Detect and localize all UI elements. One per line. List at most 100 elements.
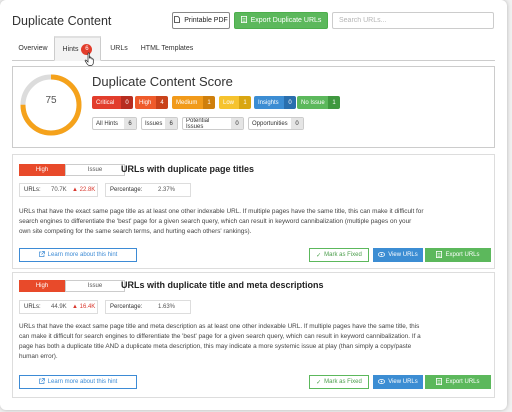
mark-as-fixed-label: Mark as Fixed <box>324 252 362 258</box>
printable-pdf-label: Printable PDF <box>184 17 228 24</box>
hand-cursor-icon <box>84 52 94 66</box>
export-urls-label: Export URLs <box>445 252 480 258</box>
urls-stat-delta: ▲ 16.4K <box>72 304 96 310</box>
hint-description-line: URLs that have the exact same page title… <box>19 323 420 330</box>
tab-html-templates[interactable]: HTML Templates <box>137 36 197 61</box>
issue-type-tag: Issue <box>65 164 125 176</box>
hint-description-line: page has both a duplicate title AND a du… <box>19 343 412 351</box>
export-urls-button[interactable]: Export URLs <box>425 248 491 262</box>
level-critical-count: 0 <box>121 96 133 109</box>
tab-overview-label: Overview <box>18 45 48 52</box>
tab-urls-label: URLs <box>110 45 128 52</box>
level-insights-count: 0 <box>284 96 296 109</box>
hint-description-line: URLs that have the exact same page title… <box>19 208 424 215</box>
score-panel: 75 Duplicate Content Score Critical 0 Hi… <box>12 66 495 148</box>
hint-description: URLs that have the exact same page title… <box>19 207 491 237</box>
hint-card: High Issue URLs with duplicate page titl… <box>12 154 495 269</box>
all-hints-label: All Hints <box>96 120 119 127</box>
issue-type-tag: Issue <box>65 280 125 292</box>
header: Duplicate Content Printable PDF Export D… <box>0 0 507 38</box>
opportunities-count: 0 <box>291 118 303 129</box>
view-urls-label: View URLs <box>388 379 418 385</box>
check-icon: ✓ <box>316 252 322 259</box>
level-high-label: High <box>135 96 156 109</box>
percentage-stat-label: Percentage: <box>110 304 143 310</box>
percentage-stat-value: 2.37% <box>158 187 176 193</box>
mark-as-fixed-label: Mark as Fixed <box>324 379 362 385</box>
hint-card: High Issue URLs with duplicate title and… <box>12 272 495 398</box>
percentage-stat-value: 1.63% <box>158 304 176 310</box>
view-urls-button[interactable]: View URLs <box>373 375 423 389</box>
learn-more-button[interactable]: Learn more about this hint <box>19 375 137 389</box>
issues-label: Issues <box>145 120 163 127</box>
hint-description-line: search engines to differentiate the 'bes… <box>19 218 412 226</box>
percentage-stat: Percentage: 1.63% <box>105 300 191 314</box>
opportunities-chip[interactable]: Opportunities 0 <box>248 117 304 130</box>
level-insights-chip[interactable]: Insights 0 <box>254 96 296 109</box>
level-high-chip[interactable]: High 4 <box>135 96 168 109</box>
learn-more-button[interactable]: Learn more about this hint <box>19 248 137 262</box>
level-no-issue-label: No Issue <box>297 96 328 109</box>
urls-stat-value: 70.7K <box>51 187 67 193</box>
all-hints-count: 6 <box>124 118 136 129</box>
priority-badge: High <box>19 164 65 176</box>
urls-stat: URLs: 70.7K ▲ 22.8K <box>19 183 98 197</box>
printable-pdf-button[interactable]: Printable PDF <box>172 12 230 29</box>
level-high-count: 4 <box>156 96 168 109</box>
level-low-label: Low <box>219 96 239 109</box>
eye-icon <box>378 251 386 259</box>
level-no-issue-count: 1 <box>328 96 340 109</box>
all-hints-chip[interactable]: All Hints 6 <box>92 117 137 130</box>
level-medium-count: 1 <box>203 96 215 109</box>
page-title: Duplicate Content <box>12 14 112 28</box>
potential-issues-count: 0 <box>231 118 243 129</box>
hint-title: URLs with duplicate page titles <box>121 164 255 174</box>
tab-html-templates-label: HTML Templates <box>140 45 194 52</box>
score-value: 75 <box>45 95 57 106</box>
learn-more-label: Learn more about this hint <box>47 252 118 258</box>
tab-hints-label: Hints <box>62 45 79 53</box>
level-low-chip[interactable]: Low 1 <box>219 96 251 109</box>
external-link-icon <box>38 378 45 386</box>
hint-description: URLs that have the exact same page title… <box>19 322 491 362</box>
hint-description-line: can make it difficult for search engines… <box>19 333 421 341</box>
external-link-icon <box>38 251 45 259</box>
export-duplicate-urls-button[interactable]: Export Duplicate URLs <box>234 12 328 29</box>
tab-urls[interactable]: URLs <box>101 36 137 61</box>
score-heading: Duplicate Content Score <box>92 74 233 89</box>
issues-count: 6 <box>165 118 177 129</box>
app-window: Duplicate Content Printable PDF Export D… <box>0 0 507 410</box>
priority-badge: High <box>19 280 65 292</box>
level-low-count: 1 <box>239 96 251 109</box>
urls-stat-value: 44.9K <box>51 304 67 310</box>
export-urls-button[interactable]: Export URLs <box>425 375 491 389</box>
percentage-stat-label: Percentage: <box>110 187 143 193</box>
mark-as-fixed-button[interactable]: ✓ Mark as Fixed <box>309 375 369 389</box>
hint-title: URLs with duplicate title and meta descr… <box>121 280 324 290</box>
spreadsheet-icon <box>436 250 443 260</box>
urls-stat-delta: ▲ 22.8K <box>72 187 96 193</box>
view-urls-label: View URLs <box>388 252 418 258</box>
level-medium-chip[interactable]: Medium 1 <box>172 96 215 109</box>
issues-chip[interactable]: Issues 6 <box>141 117 178 130</box>
view-urls-button[interactable]: View URLs <box>373 248 423 262</box>
level-critical-chip[interactable]: Critical 0 <box>92 96 133 109</box>
potential-issues-chip[interactable]: Potential Issues 0 <box>182 117 244 130</box>
export-duplicate-urls-label: Export Duplicate URLs <box>250 17 322 24</box>
search-urls-input[interactable] <box>332 12 494 29</box>
eye-icon <box>378 378 386 386</box>
urls-stat-label: URLs: <box>24 187 41 193</box>
tab-overview[interactable]: Overview <box>12 36 54 61</box>
spreadsheet-icon <box>436 377 443 387</box>
opportunities-label: Opportunities <box>252 120 288 127</box>
level-no-issue-chip[interactable]: No Issue 1 <box>297 96 340 109</box>
check-icon: ✓ <box>316 379 322 386</box>
file-icon <box>174 16 181 25</box>
percentage-stat: Percentage: 2.37% <box>105 183 191 197</box>
level-insights-label: Insights <box>254 96 284 109</box>
learn-more-label: Learn more about this hint <box>47 379 118 385</box>
level-medium-label: Medium <box>172 96 203 109</box>
potential-issues-label: Potential Issues <box>186 117 210 130</box>
urls-stat: URLs: 44.9K ▲ 16.4K <box>19 300 98 314</box>
mark-as-fixed-button[interactable]: ✓ Mark as Fixed <box>309 248 369 262</box>
